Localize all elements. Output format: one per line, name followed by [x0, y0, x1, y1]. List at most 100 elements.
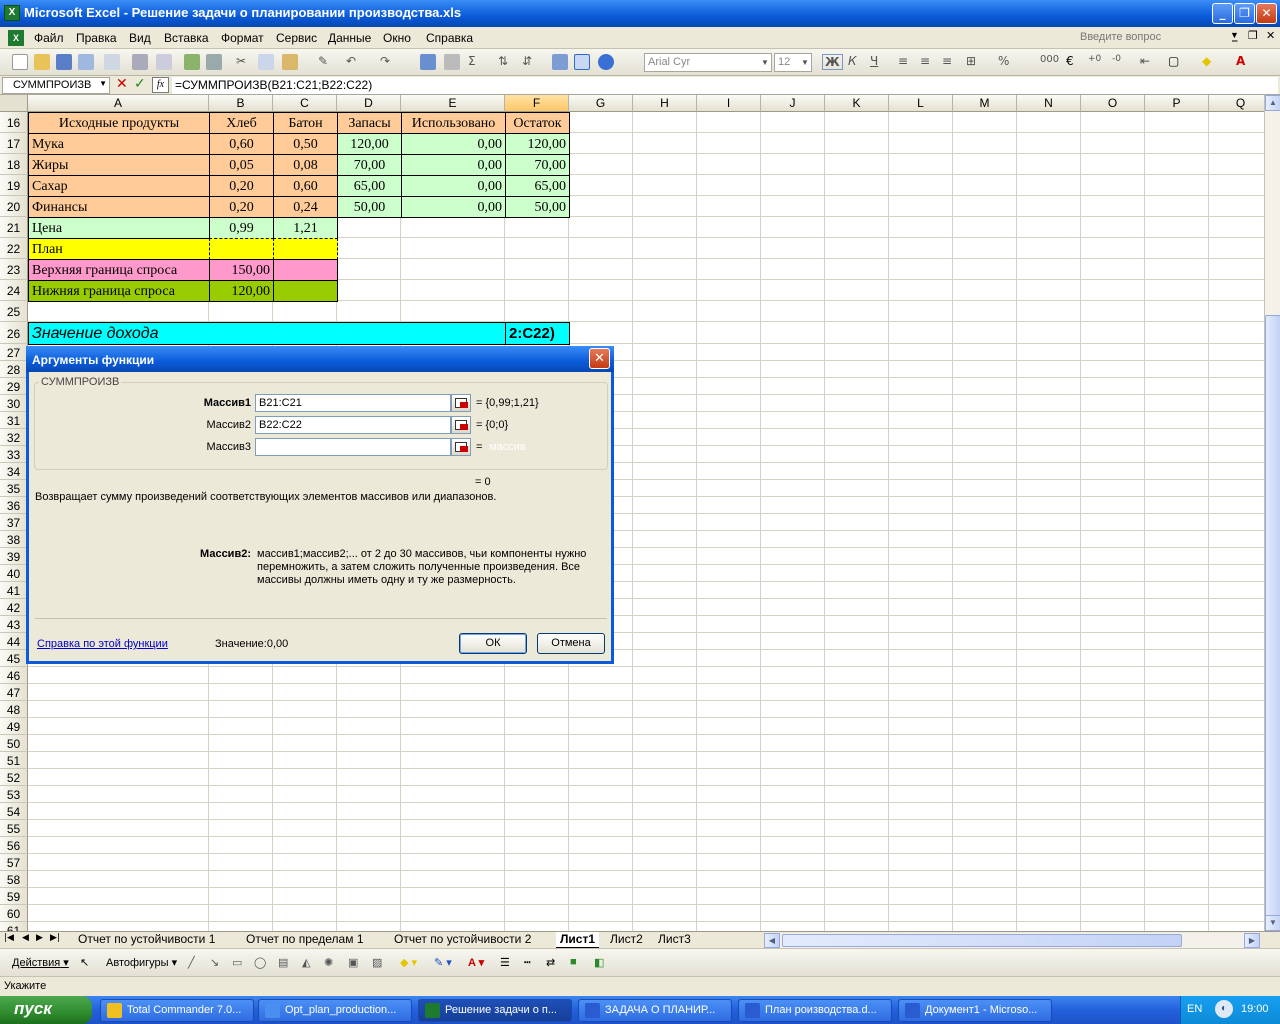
row-header-40[interactable]: 40 [0, 565, 28, 582]
row-header-23[interactable]: 23 [0, 259, 28, 280]
hyperlink-icon[interactable] [420, 54, 436, 70]
row-header-49[interactable]: 49 [0, 718, 28, 735]
doc-minimize-button[interactable]: _ [1232, 29, 1238, 42]
resource-cell[interactable]: Жиры [28, 154, 210, 176]
row-header-42[interactable]: 42 [0, 599, 28, 616]
autoshapes-button[interactable]: Автофигуры ▾ [106, 956, 177, 969]
sheet-tab-5[interactable]: Лист2 [606, 932, 647, 948]
resource-cell[interactable]: 50,00 [337, 196, 402, 218]
scroll-down-icon[interactable]: ▼ [1265, 915, 1280, 931]
select-all-corner[interactable] [0, 95, 28, 112]
column-header-G[interactable]: G [569, 95, 633, 112]
line-style-icon[interactable]: ☰ [500, 956, 510, 969]
help-icon[interactable] [598, 54, 614, 70]
row-header-46[interactable]: 46 [0, 667, 28, 684]
resource-cell[interactable]: 65,00 [505, 175, 570, 197]
header-cell-6[interactable]: Остаток [505, 112, 570, 134]
income-formula[interactable]: 2:C22) [505, 322, 570, 345]
row-header-41[interactable]: 41 [0, 582, 28, 599]
resource-cell[interactable]: 0,00 [401, 196, 506, 218]
menu-item-7[interactable]: Данные [328, 31, 371, 45]
column-header-E[interactable]: E [401, 95, 505, 112]
header-cell-3[interactable]: Батон [273, 112, 338, 134]
line-color-icon[interactable]: ✎ ▾ [434, 956, 452, 969]
scroll-thumb[interactable] [1265, 315, 1280, 935]
row-header-32[interactable]: 32 [0, 429, 28, 446]
arrow-style-icon[interactable]: ⇄ [546, 956, 555, 969]
scroll-left-icon[interactable]: ◀ [764, 933, 780, 948]
column-header-I[interactable]: I [697, 95, 761, 112]
sort-descending-icon[interactable]: ⇵ [522, 54, 532, 68]
row-header-38[interactable]: 38 [0, 531, 28, 548]
start-button[interactable]: пуск [0, 996, 92, 1024]
hscroll-thumb[interactable] [782, 934, 1182, 947]
row-header-27[interactable]: 27 [0, 344, 28, 361]
header-cell-1[interactable]: Исходные продукты [28, 112, 210, 134]
menu-item-3[interactable]: Вид [129, 31, 151, 45]
row-header-51[interactable]: 51 [0, 752, 28, 769]
collapse-dialog-icon[interactable] [451, 438, 471, 456]
lower-bound-loaf[interactable] [273, 280, 338, 302]
paste-icon[interactable] [282, 54, 298, 70]
euro-icon[interactable]: € [1066, 54, 1074, 68]
fill-color-icon[interactable]: ◆ [1202, 54, 1211, 68]
column-header-K[interactable]: K [825, 95, 889, 112]
formula-input[interactable]: =СУММПРОИЗВ(B21:C21;B22:C22) [172, 77, 1278, 94]
dash-style-icon[interactable]: ┅ [524, 956, 531, 969]
vertical-scrollbar[interactable]: ▲ ▼ [1264, 95, 1280, 935]
email-icon[interactable] [104, 54, 120, 70]
taskbar-item-1[interactable]: Total Commander 7.0... [100, 999, 254, 1022]
resource-cell[interactable]: 0,00 [401, 133, 506, 155]
textbox-icon[interactable]: ▤ [278, 956, 288, 969]
resource-cell[interactable]: 70,00 [505, 154, 570, 176]
menu-item-2[interactable]: Правка [76, 31, 117, 45]
tracking-icon[interactable] [444, 54, 460, 70]
row-header-25[interactable]: 25 [0, 301, 28, 322]
menu-item-1[interactable]: Файл [34, 31, 64, 45]
row-header-28[interactable]: 28 [0, 361, 28, 378]
header-cell-5[interactable]: Использовано [401, 112, 506, 134]
row-header-39[interactable]: 39 [0, 548, 28, 565]
3d-icon[interactable]: ◧ [594, 956, 604, 969]
column-header-A[interactable]: A [28, 95, 209, 112]
row-header-16[interactable]: 16 [0, 112, 28, 133]
language-indicator[interactable]: EN [1187, 1003, 1202, 1015]
row-header-20[interactable]: 20 [0, 196, 28, 217]
cut-icon[interactable]: ✂ [236, 54, 246, 68]
borders-icon[interactable]: ▢ [1168, 54, 1179, 68]
bold-icon[interactable]: Ж [822, 54, 843, 70]
currency-icon[interactable]: % [998, 54, 1009, 68]
row-header-29[interactable]: 29 [0, 378, 28, 395]
row-header-56[interactable]: 56 [0, 837, 28, 854]
close-button[interactable]: ✕ [1256, 3, 1277, 24]
resource-cell[interactable]: 0,00 [401, 154, 506, 176]
dialog-close-icon[interactable]: ✕ [589, 348, 610, 369]
cancel-icon[interactable]: ✕ [116, 76, 128, 92]
scroll-up-icon[interactable]: ▲ [1265, 95, 1280, 111]
row-header-44[interactable]: 44 [0, 633, 28, 650]
upper-bound-bread[interactable]: 150,00 [209, 259, 274, 281]
network-icon[interactable]: ◐ [1215, 1000, 1233, 1018]
cancel-button[interactable]: Отмена [537, 633, 605, 654]
minimize-button[interactable]: _ [1212, 3, 1233, 24]
menu-item-4[interactable]: Вставка [164, 31, 209, 45]
row-header-61[interactable]: 61 [0, 922, 28, 931]
arg-input-2[interactable]: B22:C22 [255, 416, 451, 434]
resource-cell[interactable]: 0,24 [273, 196, 338, 218]
maximize-button[interactable]: ❐ [1234, 3, 1255, 24]
sheet-tab-2[interactable]: Отчет по пределам 1 [242, 932, 368, 948]
horizontal-scrollbar[interactable]: ◀ ▶ [764, 933, 1260, 948]
merge-center-icon[interactable]: ⊞ [966, 54, 976, 68]
price-label[interactable]: Цена [28, 217, 210, 239]
undo-icon[interactable]: ↶ [346, 54, 356, 68]
row-header-18[interactable]: 18 [0, 154, 28, 175]
align-center-icon[interactable]: ≡ [920, 54, 930, 68]
autosum-icon[interactable]: Σ [468, 54, 476, 68]
row-header-37[interactable]: 37 [0, 514, 28, 531]
column-header-B[interactable]: B [209, 95, 273, 112]
row-header-31[interactable]: 31 [0, 412, 28, 429]
print-icon[interactable] [132, 54, 148, 70]
resource-cell[interactable]: 0,20 [209, 175, 274, 197]
format-painter-icon[interactable]: ✎ [318, 54, 328, 68]
permission-icon[interactable] [78, 54, 94, 70]
